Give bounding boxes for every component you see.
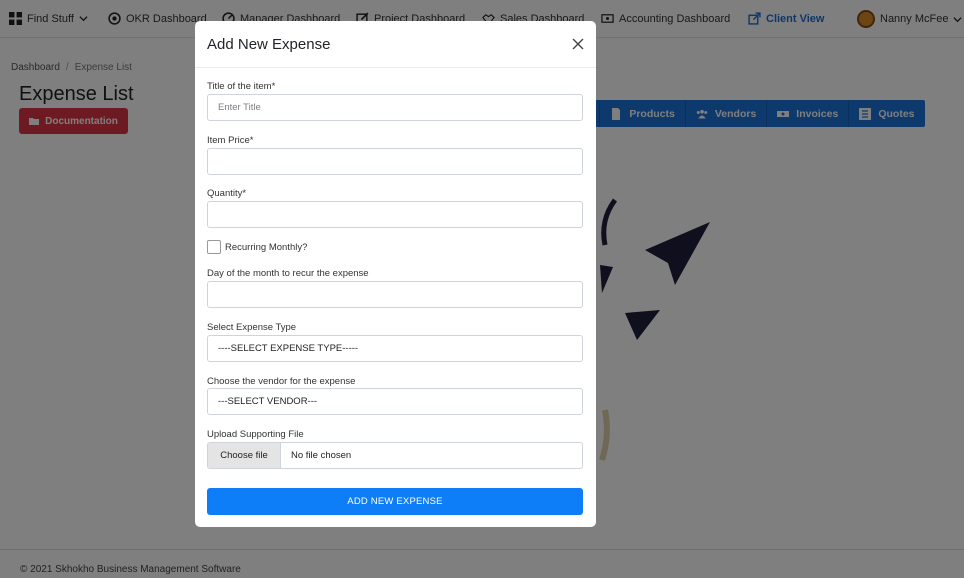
- vendor-select[interactable]: ---SELECT VENDOR---: [207, 388, 583, 415]
- recurring-label: Recurring Monthly?: [225, 241, 308, 253]
- vendor-label: Choose the vendor for the expense: [207, 376, 356, 387]
- modal-title: Add New Expense: [207, 36, 331, 53]
- title-label: Title of the item*: [207, 81, 276, 92]
- recurring-checkbox[interactable]: [207, 240, 221, 254]
- choose-file-button[interactable]: Choose file: [208, 443, 281, 468]
- quantity-input[interactable]: [207, 201, 583, 228]
- title-input[interactable]: [207, 94, 583, 121]
- price-label: Item Price*: [207, 135, 254, 146]
- add-expense-button[interactable]: ADD NEW EXPENSE: [207, 488, 583, 515]
- expense-type-select[interactable]: ----SELECT EXPENSE TYPE-----: [207, 335, 583, 362]
- modal-header: Add New Expense: [195, 21, 596, 68]
- recur-day-input[interactable]: [207, 281, 583, 308]
- file-upload: Choose file No file chosen: [207, 442, 583, 469]
- add-expense-modal: Add New Expense Title of the item* Item …: [195, 21, 596, 527]
- recur-day-label: Day of the month to recur the expense: [207, 268, 369, 279]
- recurring-row: Recurring Monthly?: [207, 240, 307, 254]
- upload-label: Upload Supporting File: [207, 429, 304, 440]
- expense-type-label: Select Expense Type: [207, 322, 297, 333]
- quantity-label: Quantity*: [207, 188, 247, 199]
- file-status: No file chosen: [291, 450, 352, 461]
- price-input[interactable]: [207, 148, 583, 175]
- close-icon[interactable]: [572, 38, 584, 50]
